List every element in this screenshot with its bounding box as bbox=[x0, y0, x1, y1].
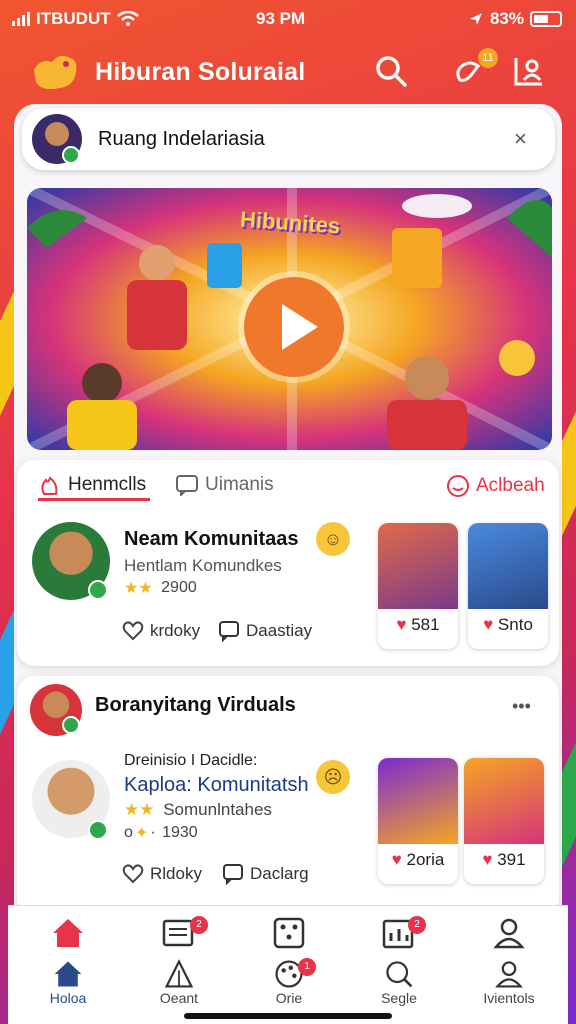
comment-icon bbox=[219, 621, 239, 642]
battery-percent: 83% bbox=[489, 9, 524, 28]
like-count: ♥ 2oria bbox=[391, 850, 445, 869]
emoji-icon: ☹ bbox=[316, 760, 350, 794]
nav-label-events[interactable]: Oeant bbox=[139, 990, 219, 1006]
heart-icon: ♥ bbox=[483, 615, 494, 634]
play-button[interactable] bbox=[244, 277, 344, 377]
clock: 93 PM bbox=[256, 9, 306, 28]
notification-badge: 2 bbox=[190, 916, 208, 934]
fire-icon bbox=[41, 476, 58, 495]
member-count: ★★ Somunlntahes bbox=[124, 800, 272, 819]
tab-highlights[interactable]: Henmclls bbox=[38, 474, 146, 496]
heart-icon: ♥ bbox=[391, 850, 402, 869]
home-filled-icon[interactable] bbox=[50, 915, 86, 951]
home-icon[interactable] bbox=[52, 958, 84, 990]
smile-icon bbox=[447, 475, 469, 497]
carrier-label: ITBUDUT bbox=[36, 9, 111, 28]
tab-label: Uimanis bbox=[205, 474, 274, 495]
media-thumbnail[interactable]: ♥ 581 bbox=[378, 523, 458, 649]
nav-label-home[interactable]: Holoa bbox=[28, 990, 108, 1006]
tab-label: Aclbeah bbox=[476, 475, 545, 496]
online-badge-icon bbox=[88, 820, 108, 840]
section-title: Boranyitang Virduals bbox=[95, 694, 296, 716]
media-thumbnail[interactable]: ♥ 2oria bbox=[378, 758, 458, 884]
star-icon: ★★ bbox=[124, 580, 153, 597]
notification-badge: 11 bbox=[478, 48, 498, 68]
media-thumbnail[interactable]: ♥ Snto bbox=[468, 523, 548, 649]
comment-button[interactable]: Daastiay bbox=[218, 620, 312, 642]
online-badge-icon bbox=[62, 146, 80, 164]
comment-icon bbox=[223, 864, 243, 885]
user-icon[interactable] bbox=[491, 915, 527, 951]
tent-icon[interactable] bbox=[163, 958, 195, 990]
notification-badge: 2 bbox=[408, 916, 426, 934]
like-count: ♥ 581 bbox=[396, 615, 440, 634]
post-header: Dreinisio I Dacidle: bbox=[124, 752, 258, 769]
signal-icon bbox=[12, 12, 30, 26]
like-button[interactable]: krdoky bbox=[122, 620, 200, 642]
like-count: ♥ 391 bbox=[482, 850, 526, 869]
media-thumbnail[interactable]: ♥ 391 bbox=[464, 758, 544, 884]
wifi-icon bbox=[116, 11, 139, 26]
emoji-icon: ☺ bbox=[316, 522, 350, 556]
comment-button[interactable]: Daclarg bbox=[222, 863, 309, 885]
member-stat: o ✦ · 1930 bbox=[124, 824, 198, 842]
active-tab-indicator bbox=[38, 498, 150, 501]
community-name[interactable]: Kaploa: Komunitatsh bbox=[124, 774, 309, 797]
close-icon[interactable]: × bbox=[514, 126, 527, 152]
like-count: ♥ Snto bbox=[483, 615, 533, 634]
thumbnail-image bbox=[378, 523, 458, 609]
heart-outline-icon bbox=[122, 621, 144, 641]
community-name[interactable]: Neam Komunitaas bbox=[124, 528, 299, 551]
star-icon: ★★ bbox=[124, 800, 155, 819]
thumbnail-image bbox=[468, 523, 548, 609]
nav-label-profile[interactable]: Ivientols bbox=[469, 990, 549, 1006]
tab-comments[interactable]: Uimanis bbox=[175, 474, 274, 496]
profile-icon[interactable] bbox=[493, 958, 525, 990]
notification-badge: 1 bbox=[298, 958, 316, 976]
more-options-icon[interactable]: ••• bbox=[512, 696, 531, 717]
app-title: Hiburan Soluraial bbox=[95, 58, 306, 86]
nav-label-play[interactable]: Orie bbox=[249, 990, 329, 1006]
profile-add-icon[interactable] bbox=[512, 54, 546, 88]
thumbnail-image bbox=[464, 758, 544, 844]
search-icon[interactable] bbox=[383, 958, 415, 990]
home-indicator bbox=[184, 1013, 392, 1019]
dice-icon[interactable] bbox=[271, 915, 307, 951]
thumbnail-image bbox=[378, 758, 458, 844]
online-badge-icon bbox=[62, 716, 80, 734]
tab-label: Henmclls bbox=[68, 474, 147, 495]
heart-outline-icon bbox=[122, 864, 144, 884]
heart-icon: ♥ bbox=[396, 615, 407, 634]
comment-icon bbox=[176, 475, 198, 496]
tab-share[interactable]: Aclbeah bbox=[446, 474, 545, 498]
search-icon[interactable] bbox=[374, 54, 408, 88]
member-stat: ★★ 2900 bbox=[124, 579, 197, 597]
online-badge-icon bbox=[88, 580, 108, 600]
star-icon: ✦ bbox=[134, 825, 149, 842]
status-bar: ITBUDUT 93 PM 83% bbox=[0, 0, 576, 38]
battery-icon bbox=[530, 11, 562, 27]
like-button[interactable]: Rldoky bbox=[122, 863, 202, 885]
location-icon bbox=[469, 13, 482, 25]
app-logo-icon bbox=[34, 55, 77, 90]
nav-label-search[interactable]: Segle bbox=[359, 990, 439, 1006]
heart-icon: ♥ bbox=[482, 850, 493, 869]
app-header: Hiburan Soluraial 11 bbox=[0, 42, 576, 102]
community-subtitle: Hentlam Komundkes bbox=[124, 556, 282, 575]
banner-title: Ruang Indelariasia bbox=[98, 128, 265, 150]
